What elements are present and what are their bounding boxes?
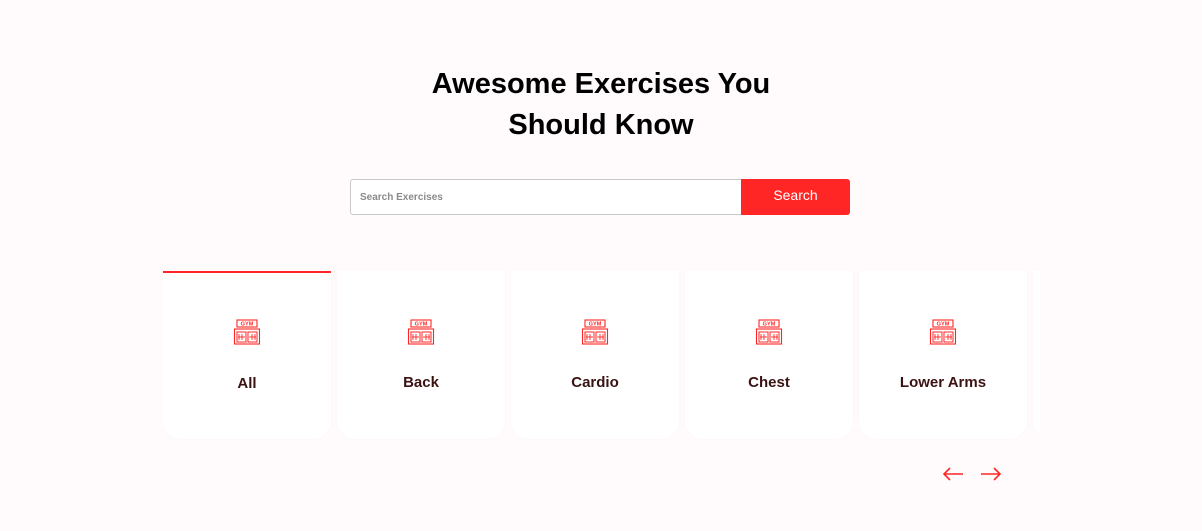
category-card-back[interactable]: GYM Back	[337, 271, 505, 439]
category-label: All	[237, 375, 257, 392]
svg-text:GYM: GYM	[937, 322, 950, 328]
svg-text:GYM: GYM	[241, 322, 254, 328]
category-card-cardio[interactable]: GYM Cardio	[511, 271, 679, 439]
category-card-lower-arms[interactable]: GYM Lower Arms	[859, 271, 1027, 439]
gym-icon: GYM	[407, 319, 435, 345]
page-title: Awesome Exercises You Should Know	[0, 64, 1202, 146]
search-bar: Search	[350, 179, 850, 215]
gym-icon: GYM	[581, 319, 609, 345]
category-label: Lower Arms	[899, 374, 987, 391]
gym-icon: GYM	[929, 319, 957, 345]
body-part-carousel: GYM All GYM Back GYM Cardio GYM Chest GY…	[163, 271, 1040, 441]
search-button[interactable]: Search	[741, 179, 850, 215]
gym-icon: GYM	[233, 319, 261, 345]
carousel-controls	[942, 464, 1002, 484]
category-label: Cardio	[571, 374, 619, 391]
category-card-partial[interactable]	[1033, 271, 1040, 439]
category-label: Chest	[748, 374, 790, 391]
category-card-all[interactable]: GYM All	[163, 271, 331, 439]
search-input[interactable]	[350, 179, 741, 215]
gym-icon: GYM	[755, 319, 783, 345]
page-title-line-2: Should Know	[508, 109, 694, 141]
arrow-right-icon[interactable]	[980, 464, 1002, 484]
svg-text:GYM: GYM	[589, 322, 602, 328]
category-label: Back	[403, 374, 439, 391]
category-card-chest[interactable]: GYM Chest	[685, 271, 853, 439]
page-title-line-1: Awesome Exercises You	[431, 68, 771, 100]
svg-text:GYM: GYM	[763, 322, 776, 328]
svg-text:GYM: GYM	[415, 322, 428, 328]
arrow-left-icon[interactable]	[942, 464, 964, 484]
